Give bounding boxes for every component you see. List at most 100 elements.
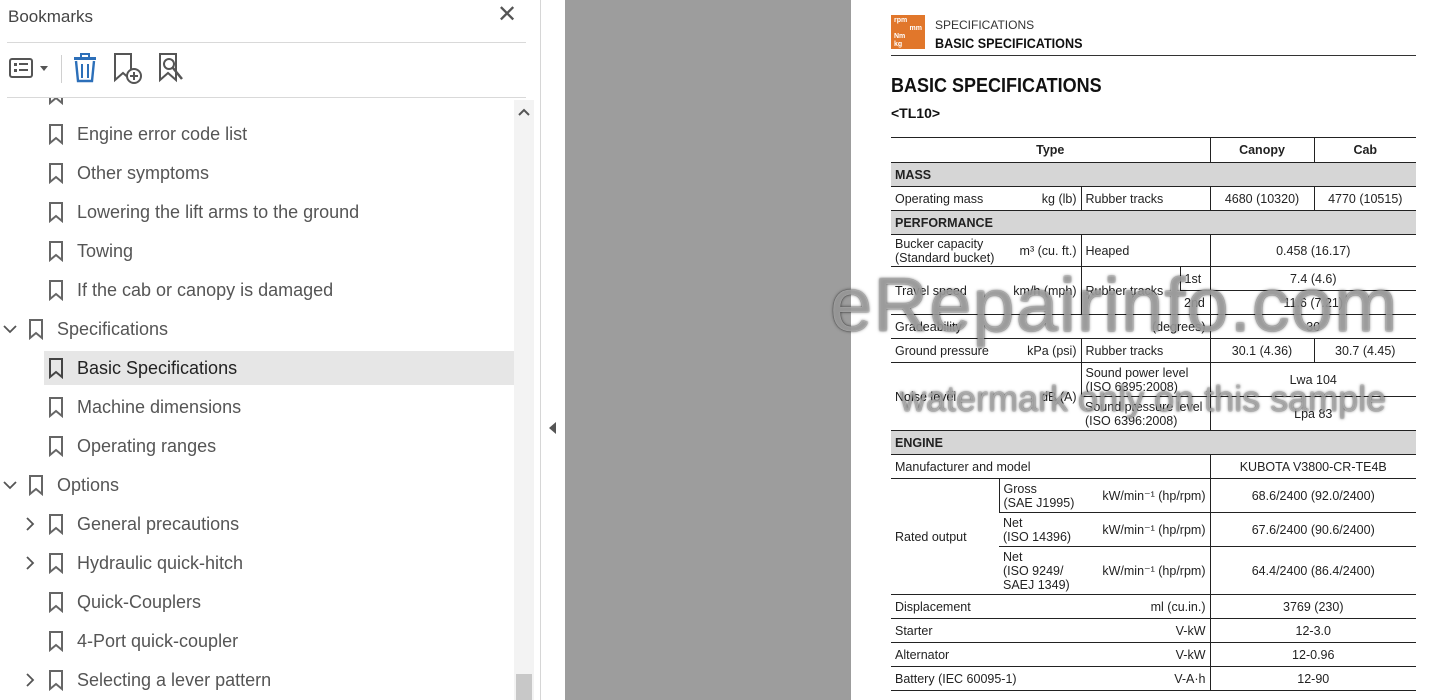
chevron-right-icon[interactable] (23, 554, 37, 572)
bookmark-label: Specifications (57, 319, 169, 339)
bookmark-item[interactable]: Lowering the lift arms to the ground (0, 195, 514, 229)
row-label: Starter (891, 618, 1079, 643)
row-unit: kg (lb) (999, 186, 1081, 211)
section-performance: PERFORMANCE (891, 210, 1416, 235)
specifications-badge-icon: rpm mm Nm kg (891, 15, 925, 49)
list-options-button[interactable] (8, 52, 50, 84)
bookmark-tree: Engine error code list Other symptoms Lowe… (0, 98, 514, 700)
bookmark-item[interactable]: Specifications (0, 312, 514, 346)
bookmark-label: Options (57, 475, 120, 495)
triangle-left-icon (549, 422, 556, 434)
table-row: Manufacturer and model KUBOTA V3800-CR-T… (891, 454, 1416, 479)
cell-value: 64.4/2400 (86.4/2400) (1209, 546, 1416, 595)
row-standard: Net (ISO 9249/SAEJ 1349) (999, 546, 1079, 595)
bookmark-icon (49, 280, 63, 301)
toolbar-separator (61, 55, 62, 83)
bookmark-label: Other symptoms (77, 163, 210, 183)
bookmark-item[interactable]: Hydraulic quick-hitch (0, 546, 514, 580)
row-label: Manufacturer and model (891, 454, 1210, 479)
bookmark-item[interactable]: Engine error code list (0, 117, 514, 151)
label-line: (ISO 9249/ (1003, 563, 1064, 578)
section-row: MASS (891, 162, 1416, 187)
bookmark-icon (49, 670, 63, 691)
bookmark-item[interactable]: General precautions (0, 507, 514, 541)
bookmark-add-icon (114, 53, 142, 84)
cell-value: 12-90 (1209, 666, 1416, 691)
watermark-text: watermark only on this sample (900, 378, 1387, 419)
bookmark-item[interactable]: Operating ranges (0, 429, 514, 463)
watermark-text: eRepairinfo.com (830, 263, 1399, 348)
cell-value: 12-3.0 (1209, 618, 1416, 643)
bookmark-item[interactable]: Other symptoms (0, 156, 514, 190)
chevron-down-icon[interactable] (3, 320, 17, 338)
cell-canopy: 4680 (10320) (1209, 186, 1314, 211)
new-bookmark-button[interactable] (110, 52, 144, 84)
table-row: Displacement ml (cu.in.) 3769 (230) (891, 594, 1416, 619)
bookmark-item[interactable]: Basic Specifications (0, 351, 514, 385)
cell-value: 12-0.96 (1209, 642, 1416, 667)
bookmark-label: General precautions (77, 514, 240, 534)
row-label: Alternator (891, 642, 1079, 667)
badge-text: kg (894, 41, 903, 48)
bookmark-icon (49, 241, 63, 262)
row-unit: ml (cu.in.) (1079, 594, 1210, 619)
divider (7, 42, 526, 43)
section-engine: ENGINE (891, 430, 1416, 455)
label-line: Net (1003, 515, 1023, 530)
table-row: Operating mass kg (lb) Rubber tracks 468… (891, 186, 1416, 211)
cell-value: 3769 (230) (1209, 594, 1416, 619)
bookmark-icon (49, 631, 63, 652)
bookmark-label: Towing (77, 241, 134, 261)
cell-cab: 4770 (10515) (1313, 186, 1416, 211)
row-unit: kW/min⁻¹ (hp/rpm) (1079, 478, 1210, 513)
bookmark-icon (49, 124, 63, 145)
bookmark-item[interactable]: Options (0, 468, 514, 502)
badge-text: Nm (894, 33, 906, 40)
bookmark-item[interactable]: Selecting a lever pattern (0, 663, 514, 697)
bookmark-icon (49, 397, 63, 418)
bookmark-label: Basic Specifications (77, 358, 238, 378)
bookmark-icon (49, 553, 63, 574)
col-type-header: Type (891, 137, 1210, 163)
row-label: Battery (IEC 60095-1) (891, 666, 1079, 691)
scroll-up-button[interactable] (514, 104, 534, 120)
bookmark-item[interactable]: Towing (0, 234, 514, 268)
bookmark-scrollbar[interactable] (514, 100, 534, 700)
delete-bookmark-button[interactable] (70, 52, 100, 84)
bookmark-label: 4-Port quick-coupler (77, 631, 239, 651)
table-header-row: Type Canopy Cab (891, 137, 1416, 163)
panel-splitter[interactable] (541, 0, 565, 700)
bookmark-icon (49, 514, 63, 535)
page-title: BASIC SPECIFICATIONS (891, 75, 1102, 97)
bookmark-icon (49, 592, 63, 613)
bookmark-label: Engine error code list (77, 124, 248, 144)
bookmark-icon (49, 436, 63, 457)
table-row: Alternator V-kW 12-0.96 (891, 642, 1416, 667)
table-row: Starter V-kW 12-3.0 (891, 618, 1416, 643)
bookmark-search-button[interactable] (155, 52, 187, 84)
chevron-right-icon[interactable] (23, 671, 37, 689)
bookmark-icon (49, 358, 63, 379)
chevron-down-icon[interactable] (3, 476, 17, 494)
panel-title: Bookmarks (8, 7, 94, 26)
collapse-panel-button[interactable] (548, 420, 558, 436)
section-header-big: BASIC SPECIFICATIONS (935, 35, 1083, 51)
chevron-right-icon[interactable] (23, 515, 37, 533)
bookmark-label: Lowering the lift arms to the ground (77, 202, 360, 222)
bookmark-item[interactable]: Quick-Couplers (0, 585, 514, 619)
scroll-thumb[interactable] (516, 674, 532, 700)
close-icon[interactable]: ✕ (497, 3, 517, 27)
row-label: Displacement (891, 594, 1079, 619)
trash-icon (74, 53, 96, 83)
bookmark-item[interactable]: 4-Port quick-coupler (0, 624, 514, 658)
bookmark-label: Machine dimensions (77, 397, 242, 417)
bookmark-item[interactable]: Machine dimensions (0, 390, 514, 424)
label-line: Bucker capacity (895, 236, 984, 251)
bookmark-label: Quick-Couplers (77, 592, 202, 612)
bookmarks-panel: Bookmarks ✕ Engine error code list Other… (0, 0, 541, 700)
list-options-icon (9, 58, 48, 78)
row-standard: Gross (SAE J1995) (998, 478, 1079, 513)
bookmark-icon (49, 202, 63, 223)
col-cab-header: Cab (1313, 137, 1416, 163)
bookmark-item[interactable]: If the cab or canopy is damaged (0, 273, 514, 307)
